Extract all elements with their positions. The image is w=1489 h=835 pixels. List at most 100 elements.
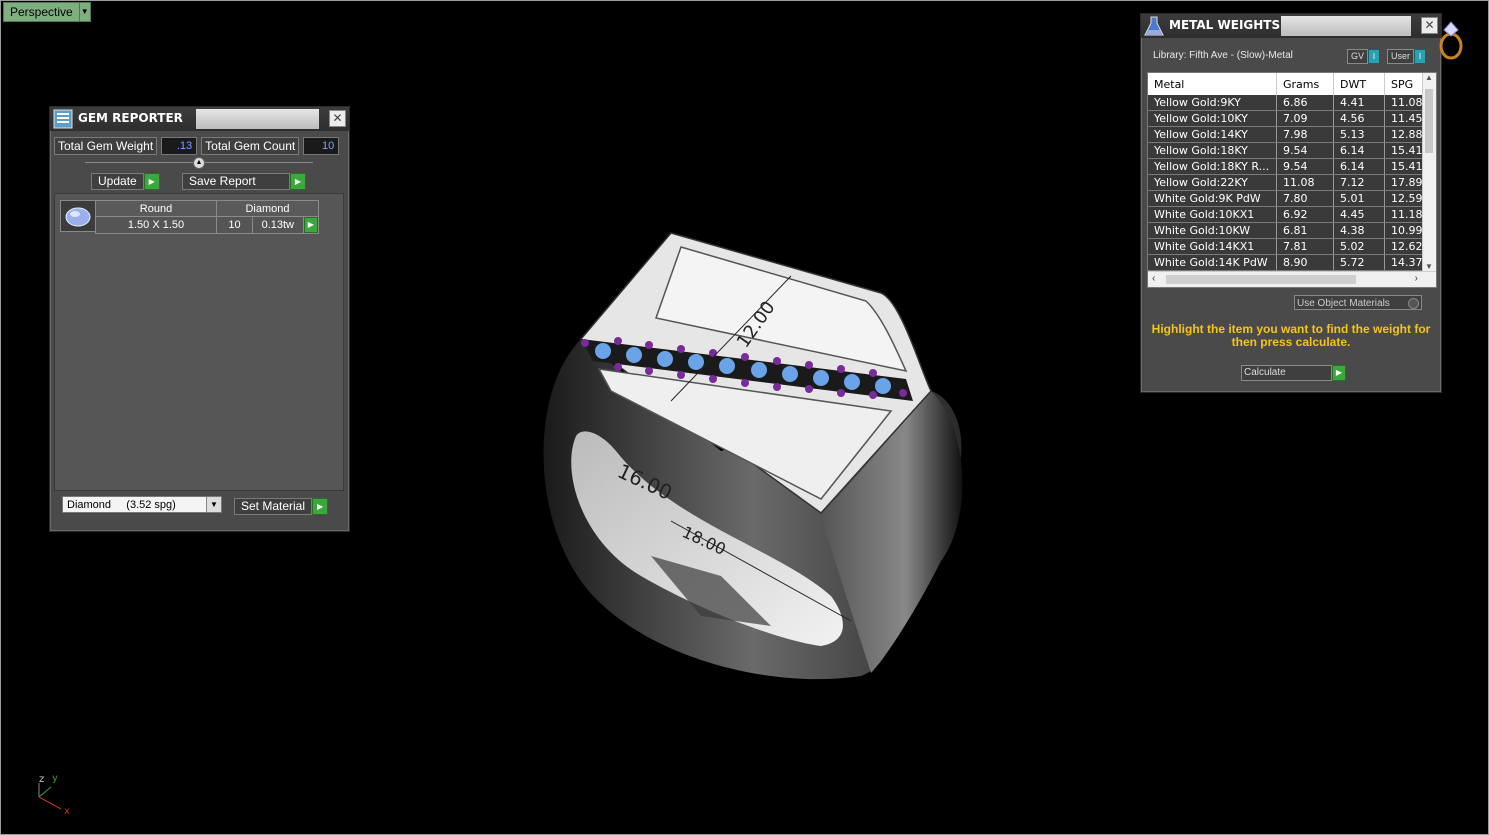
metal-name-cell: Yellow Gold:22KY [1148, 174, 1277, 191]
spg-cell: 11.18 [1384, 206, 1424, 223]
save-report-button-label[interactable]: Save Report [182, 173, 290, 190]
dwt-cell: 5.01 [1333, 190, 1385, 207]
column-header-metal[interactable]: Metal [1148, 73, 1277, 95]
table-row[interactable]: White Gold:10KW 6.81 4.38 10.99 [1148, 222, 1424, 239]
save-report-button[interactable]: Save Report ▶ [182, 173, 306, 190]
gem-table: Round Diamond 1.50 X 1.50 10 0.13tw ▶ [95, 200, 320, 234]
play-icon[interactable]: ▶ [303, 217, 318, 233]
gem-reporter-titlebar[interactable]: GEM REPORTER ✕ [50, 107, 349, 131]
spg-cell: 14.37 [1384, 254, 1424, 271]
grams-cell: 7.98 [1276, 126, 1334, 143]
close-icon[interactable]: ✕ [329, 110, 346, 127]
metal-weights-titlebar[interactable]: METAL WEIGHTS ✕ [1141, 14, 1441, 38]
play-icon[interactable]: ▶ [312, 498, 329, 515]
table-row[interactable]: Yellow Gold:9KY 6.86 4.41 11.08 [1148, 95, 1424, 111]
chevron-up-icon[interactable]: ▲ [1425, 73, 1433, 82]
column-header-grams[interactable]: Grams [1276, 73, 1334, 95]
chevron-down-icon[interactable]: ▼ [79, 2, 91, 22]
table-row[interactable]: White Gold:14K PdW 8.90 5.72 14.37 [1148, 254, 1424, 271]
ring-model[interactable]: 12.00 16.00 18.00 [521, 221, 981, 691]
table-row[interactable]: White Gold:10KX1 6.92 4.45 11.18 [1148, 206, 1424, 223]
metal-table: Metal Grams DWT SPG Yellow Gold:9KY 6.86 4… [1148, 73, 1424, 271]
user-toggle[interactable]: User I [1387, 49, 1427, 64]
set-material-button-label[interactable]: Set Material [234, 498, 313, 515]
scroll-thumb[interactable] [1166, 275, 1356, 284]
vertical-scrollbar[interactable]: ▲ ▼ [1422, 73, 1436, 271]
metal-weights-panel: METAL WEIGHTS ✕ Library: Fifth Ave - (Sl… [1140, 13, 1442, 393]
spg-cell: 12.59 [1384, 190, 1424, 207]
calculate-button-label[interactable]: Calculate [1241, 365, 1332, 381]
play-icon[interactable]: ▶ [143, 173, 160, 190]
column-header-dwt[interactable]: DWT [1333, 73, 1385, 95]
axis-gizmo: z y x [38, 773, 70, 817]
axis-y-label: y [52, 773, 58, 784]
grams-cell: 9.54 [1276, 158, 1334, 175]
set-material-button[interactable]: Set Material ▶ [234, 498, 329, 515]
gv-toggle-label[interactable]: GV [1347, 49, 1369, 64]
radio-icon[interactable] [1408, 298, 1419, 309]
scroll-thumb[interactable] [1425, 89, 1433, 153]
total-gem-weight-value[interactable]: .13 [161, 137, 198, 155]
column-header-spg[interactable]: SPG [1384, 73, 1424, 95]
table-row[interactable]: White Gold:9K PdW 7.80 5.01 12.59 [1148, 190, 1424, 207]
table-row[interactable]: White Gold:14KX1 7.81 5.02 12.62 [1148, 238, 1424, 255]
gem-reporter-icon [53, 109, 73, 129]
gem-row-action[interactable]: ▶ [302, 216, 320, 234]
viewport-label-text[interactable]: Perspective [3, 2, 80, 22]
gem-weight-cell: 0.13tw [252, 216, 304, 234]
metal-name-cell: Yellow Gold:14KY [1148, 126, 1277, 143]
spg-cell: 17.89 [1384, 174, 1424, 191]
spg-cell: 10.99 [1384, 222, 1424, 239]
chevron-down-icon[interactable]: ▼ [1425, 262, 1433, 271]
gem-totals-row: Total Gem Weight .13 Total Gem Count 10 [54, 137, 340, 155]
gem-list: Round Diamond 1.50 X 1.50 10 0.13tw ▶ [54, 193, 344, 491]
table-row[interactable]: 1.50 X 1.50 10 0.13tw ▶ [95, 216, 320, 234]
library-label: Library: Fifth Ave - (Slow)-Metal [1153, 50, 1293, 61]
grams-cell: 7.09 [1276, 110, 1334, 127]
table-row[interactable]: Yellow Gold:10KY 7.09 4.56 11.45 [1148, 110, 1424, 127]
grams-cell: 9.54 [1276, 142, 1334, 159]
grams-cell: 7.80 [1276, 190, 1334, 207]
round-gem-icon[interactable] [60, 200, 96, 232]
metal-name-cell: White Gold:10KW [1148, 222, 1277, 239]
dwt-cell: 5.13 [1333, 126, 1385, 143]
spg-cell: 11.45 [1384, 110, 1424, 127]
chevron-left-icon[interactable]: ‹ [1152, 273, 1155, 284]
gem-reporter-title: GEM REPORTER [78, 111, 183, 125]
calculate-button[interactable]: Calculate ▶ [1241, 365, 1346, 381]
chevron-right-icon[interactable]: › [1415, 273, 1418, 284]
play-icon[interactable]: ▶ [290, 173, 306, 190]
play-icon[interactable]: ▶ [1332, 365, 1346, 381]
dwt-cell: 4.41 [1333, 95, 1385, 111]
material-select[interactable]: Diamond (3.52 spg) ▼ [62, 496, 222, 513]
gem-material-cell: Diamond [216, 200, 319, 217]
metal-name-cell: Yellow Gold:9KY [1148, 95, 1277, 111]
table-row[interactable]: Yellow Gold:14KY 7.98 5.13 12.88 [1148, 126, 1424, 143]
total-gem-count-value[interactable]: 10 [303, 137, 340, 155]
dwt-cell: 7.12 [1333, 174, 1385, 191]
metal-table-container[interactable]: Metal Grams DWT SPG Yellow Gold:9KY 6.86 4… [1147, 72, 1437, 288]
gv-toggle[interactable]: GV I [1347, 49, 1381, 64]
horizontal-scrollbar[interactable]: ‹ › [1148, 271, 1436, 287]
metal-table-body: Yellow Gold:9KY 6.86 4.41 11.08 Yellow Gold:… [1148, 95, 1424, 271]
spg-cell: 12.88 [1384, 126, 1424, 143]
metal-name-cell: White Gold:14KX1 [1148, 238, 1277, 255]
gem-count-cell: 10 [215, 216, 254, 234]
collapse-icon[interactable]: ▲ [193, 157, 205, 169]
dwt-cell: 4.38 [1333, 222, 1385, 239]
metal-name-cell: White Gold:14K PdW [1148, 254, 1277, 271]
update-button[interactable]: Update ▶ [91, 173, 160, 190]
table-row[interactable]: Yellow Gold:18KY R... 9.54 6.14 15.41 [1148, 158, 1424, 175]
table-row[interactable]: Yellow Gold:18KY 9.54 6.14 15.41 [1148, 142, 1424, 159]
user-toggle-label[interactable]: User [1387, 49, 1415, 64]
chevron-down-icon[interactable]: ▼ [206, 497, 221, 512]
toggle-icon[interactable]: I [1414, 49, 1427, 64]
spg-cell: 11.08 [1384, 95, 1424, 111]
toggle-icon[interactable]: I [1368, 49, 1381, 64]
update-button-label[interactable]: Update [91, 173, 144, 190]
table-row[interactable]: Yellow Gold:22KY 11.08 7.12 17.89 [1148, 174, 1424, 191]
dwt-cell: 5.72 [1333, 254, 1385, 271]
viewport-label[interactable]: Perspective ▼ [3, 2, 91, 22]
grams-cell: 7.81 [1276, 238, 1334, 255]
use-object-materials-checkbox[interactable]: Use Object Materials [1294, 295, 1422, 310]
